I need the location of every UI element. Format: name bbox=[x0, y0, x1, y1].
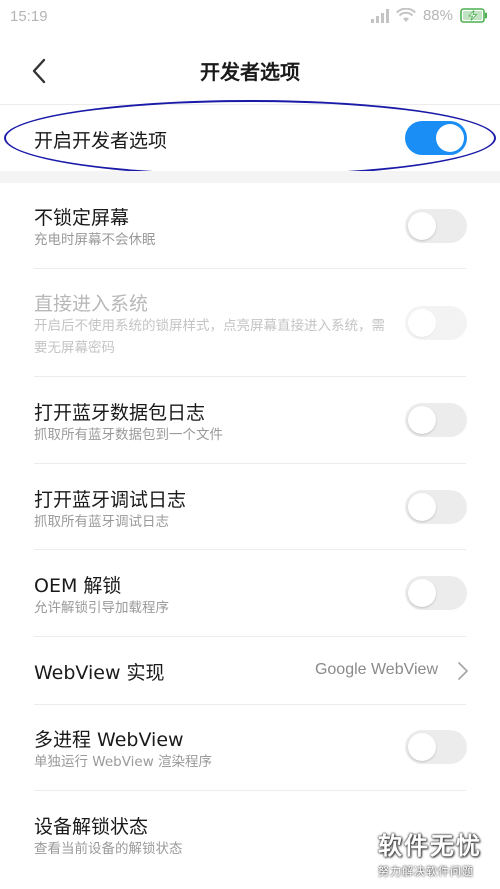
toggle-knob bbox=[408, 733, 436, 761]
setting-subtitle: 充电时屏幕不会休眠 bbox=[34, 232, 156, 248]
toggle-knob bbox=[408, 493, 436, 521]
status-time: 15:19 bbox=[10, 8, 48, 25]
setting-subtitle: 单独运行 WebView 渲染程序 bbox=[34, 754, 213, 770]
setting-row-oem-unlock[interactable]: OEM 解锁 允许解锁引导加载程序 bbox=[0, 550, 500, 637]
setting-title: 打开蓝牙数据包日志 bbox=[34, 402, 206, 424]
watermark-main: 软件无忧 bbox=[378, 832, 482, 860]
multiprocess-webview-toggle[interactable] bbox=[405, 730, 467, 764]
setting-title: 打开蓝牙调试日志 bbox=[34, 489, 187, 511]
setting-title: 多进程 WebView bbox=[34, 729, 184, 751]
setting-subtitle: 查看当前设备的解锁状态 bbox=[34, 841, 183, 857]
signal-icon bbox=[370, 8, 389, 23]
toggle-knob bbox=[408, 212, 436, 240]
master-toggle-switch[interactable] bbox=[405, 121, 467, 155]
setting-row-direct-enter-system[interactable]: 直接进入系统 开启后不使用系统的锁屏样式，点亮屏幕直接进入系统，需要无屏幕密码 bbox=[0, 269, 500, 377]
webview-implementation-value: Google WebView bbox=[314, 661, 438, 678]
chevron-right-icon bbox=[458, 662, 468, 680]
setting-subtitle: 开启后不使用系统的锁屏样式，点亮屏幕直接进入系统，需要无屏幕密码 bbox=[34, 318, 385, 356]
status-bar: 15:19 88% bbox=[0, 0, 500, 34]
setting-subtitle: 抓取所有蓝牙数据包到一个文件 bbox=[34, 427, 223, 443]
setting-row-stay-awake[interactable]: 不锁定屏幕 充电时屏幕不会休眠 bbox=[0, 183, 500, 269]
bluetooth-hci-log-toggle[interactable] bbox=[405, 403, 467, 437]
status-indicators: 88% bbox=[370, 7, 488, 24]
setting-title: OEM 解锁 bbox=[34, 575, 122, 597]
watermark: 软件无忧 努力解决软件问题 bbox=[378, 826, 482, 879]
toggle-knob bbox=[408, 406, 436, 434]
oem-unlock-toggle[interactable] bbox=[405, 576, 467, 610]
setting-row-bluetooth-hci-log[interactable]: 打开蓝牙数据包日志 抓取所有蓝牙数据包到一个文件 bbox=[0, 377, 500, 464]
master-toggle-label: 开启开发者选项 bbox=[34, 130, 168, 152]
setting-title: 直接进入系统 bbox=[34, 293, 149, 315]
setting-title: 不锁定屏幕 bbox=[34, 207, 130, 229]
watermark-sub: 努力解决软件问题 bbox=[378, 865, 474, 878]
stay-awake-toggle[interactable] bbox=[405, 209, 467, 243]
setting-subtitle: 抓取所有蓝牙调试日志 bbox=[34, 514, 169, 530]
setting-row-bluetooth-debug-log[interactable]: 打开蓝牙调试日志 抓取所有蓝牙调试日志 bbox=[0, 464, 500, 550]
battery-charging-icon bbox=[460, 8, 487, 23]
title-bar: 开发者选项 bbox=[0, 34, 500, 104]
page-title: 开发者选项 bbox=[200, 60, 300, 84]
toggle-knob bbox=[408, 309, 436, 337]
section-gap bbox=[0, 171, 500, 183]
toggle-knob bbox=[408, 579, 436, 607]
developer-options-master-row[interactable]: 开启开发者选项 bbox=[0, 105, 500, 171]
wifi-icon bbox=[396, 8, 416, 22]
setting-title: WebView 实现 bbox=[34, 662, 165, 684]
bluetooth-debug-log-toggle[interactable] bbox=[405, 490, 467, 524]
setting-row-multiprocess-webview[interactable]: 多进程 WebView 单独运行 WebView 渲染程序 bbox=[0, 705, 500, 791]
battery-percent: 88% bbox=[422, 7, 453, 24]
setting-title: 设备解锁状态 bbox=[34, 816, 149, 838]
setting-row-webview-implementation[interactable]: WebView 实现 Google WebView bbox=[0, 637, 500, 705]
direct-enter-system-toggle[interactable] bbox=[405, 306, 467, 340]
toggle-knob bbox=[436, 124, 464, 152]
setting-subtitle: 允许解锁引导加载程序 bbox=[34, 600, 169, 616]
